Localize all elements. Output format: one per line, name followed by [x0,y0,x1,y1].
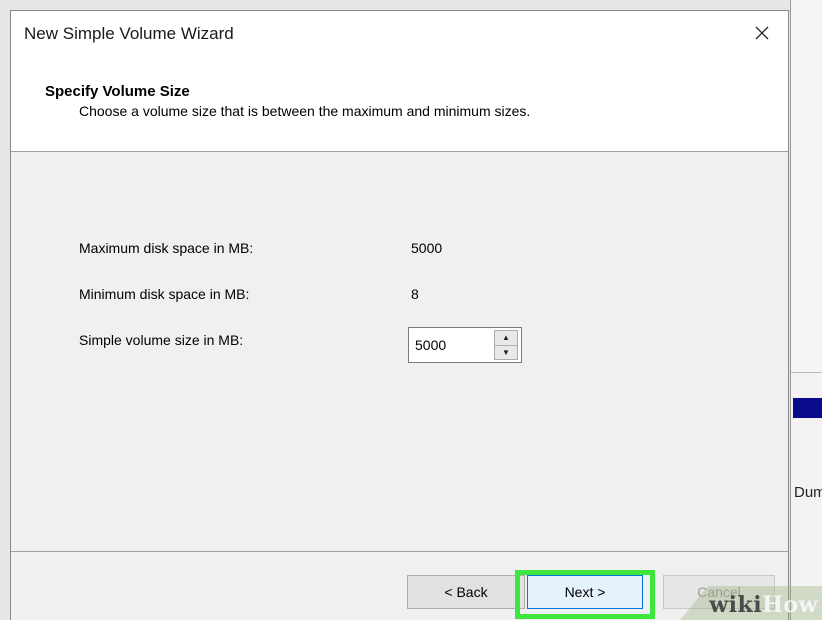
volume-size-label: Simple volume size in MB: [79,332,244,348]
arrow-up-icon: ▲ [502,333,510,343]
background-window: Dum [790,0,822,620]
watermark-logo: wikiHow [709,592,818,618]
watermark-how: How [762,592,818,618]
background-window-panel [791,0,822,373]
background-disk-bar [793,398,822,418]
wizard-footer: < Back Next > Cancel [11,551,788,620]
page-subtitle: Choose a volume size that is between the… [79,103,531,119]
next-button[interactable]: Next > [527,575,643,609]
wizard-dialog: New Simple Volume Wizard Specify Volume … [10,10,789,620]
stepper-down-button[interactable]: ▼ [494,345,518,360]
watermark-wiki: wiki [709,592,763,618]
background-window-text: Dum [794,484,822,501]
window-title: New Simple Volume Wizard [24,24,234,43]
page-title: Specify Volume Size [45,83,190,100]
min-disk-value: 8 [411,286,419,302]
wizard-body: Maximum disk space in MB: 5000 Minimum d… [11,152,788,550]
title-bar: New Simple Volume Wizard [11,11,788,55]
stepper-up-button[interactable]: ▲ [494,330,518,346]
volume-size-input[interactable] [409,328,491,362]
volume-size-stepper: ▲ ▼ [408,327,522,363]
max-disk-label: Maximum disk space in MB: [79,240,254,256]
close-icon [755,26,769,40]
stepper-buttons: ▲ ▼ [494,330,518,360]
back-button[interactable]: < Back [407,575,525,609]
min-disk-label: Minimum disk space in MB: [79,286,250,302]
arrow-down-icon: ▼ [502,347,510,357]
wizard-header: Specify Volume Size Choose a volume size… [11,55,788,152]
max-disk-value: 5000 [411,240,443,256]
close-button[interactable] [744,17,780,49]
